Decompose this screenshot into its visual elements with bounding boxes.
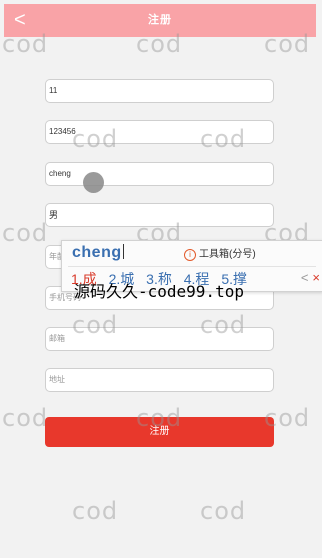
ime-candidate[interactable]: 3.称 xyxy=(146,271,172,287)
ime-candidate[interactable]: 1.成 xyxy=(71,271,97,287)
ime-divider xyxy=(68,266,316,267)
username-field[interactable]: 11 xyxy=(45,79,274,103)
page-title: 注册 xyxy=(148,14,172,26)
ime-toolbox-button[interactable]: i 工具箱(分号) xyxy=(184,245,256,261)
watermark-text: cod xyxy=(200,497,247,525)
header-bar: < 注册 xyxy=(4,4,316,37)
chevron-left-icon[interactable]: < xyxy=(301,270,309,285)
name-field[interactable]: cheng xyxy=(45,162,274,186)
watermark-text: cod xyxy=(2,219,49,247)
watermark-text: cod xyxy=(72,497,119,525)
ime-candidate-popup: cheng i 工具箱(分号) 1.成 2.城 3.称 4.程 5.撑 < × xyxy=(61,240,322,292)
ime-composition: cheng xyxy=(72,244,124,261)
ime-candidate[interactable]: 5.撑 xyxy=(221,271,247,287)
gender-field[interactable]: 男 xyxy=(45,203,274,227)
ime-candidate[interactable]: 2.城 xyxy=(109,271,135,287)
ime-candidate[interactable]: 4.程 xyxy=(184,271,210,287)
password-field[interactable]: 123456 xyxy=(45,120,274,144)
text-caret xyxy=(122,244,124,259)
watermark-text: cod xyxy=(2,404,49,432)
email-field[interactable]: 邮箱 xyxy=(45,327,274,351)
close-icon[interactable]: × xyxy=(312,270,320,285)
address-field[interactable]: 地址 xyxy=(45,368,274,392)
touch-indicator xyxy=(83,172,104,193)
ime-page-nav: < × xyxy=(301,270,320,285)
register-button[interactable]: 注册 xyxy=(45,417,274,447)
ime-toolbox-label: 工具箱(分号) xyxy=(199,249,256,260)
info-icon: i xyxy=(184,249,196,261)
ime-candidate-list: 1.成 2.城 3.称 4.程 5.撑 xyxy=(71,269,255,289)
register-page: < 注册 11 123456 cheng 男 年龄 手机号码 邮箱 地址 注册 … xyxy=(0,0,322,558)
